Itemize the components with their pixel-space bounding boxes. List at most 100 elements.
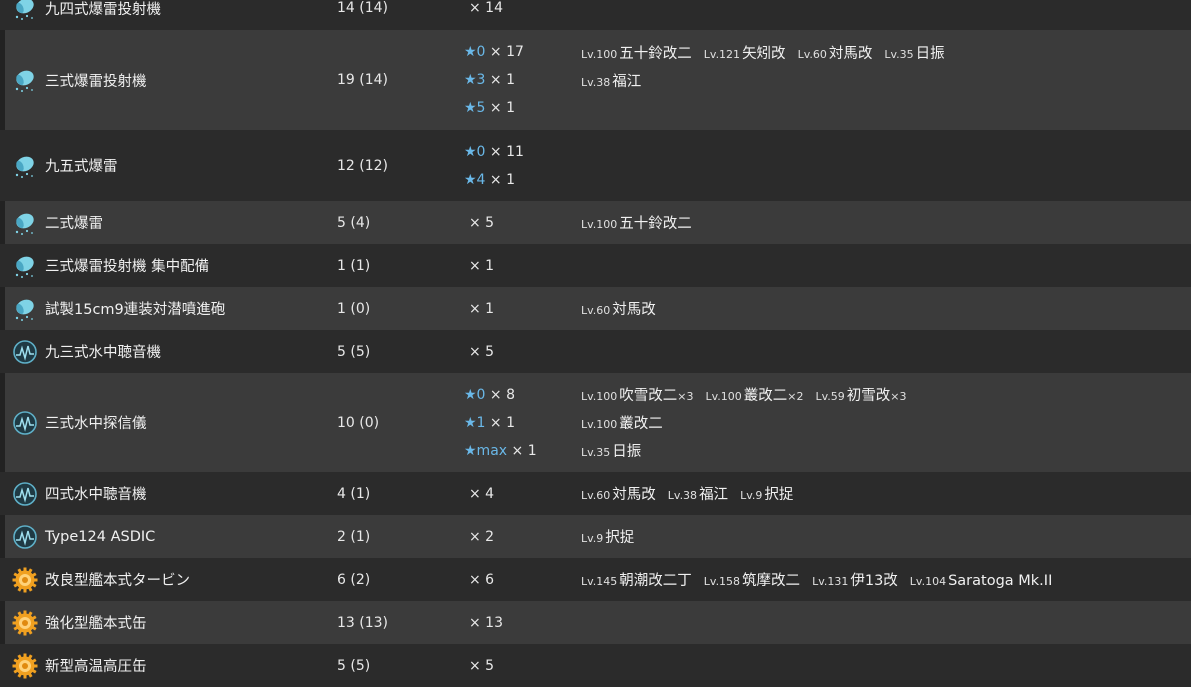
ship-entry[interactable]: Lv.131 伊13改 [812,569,898,590]
equipment-name-cell: 九五式爆雷 [12,153,118,179]
ship-entry[interactable]: Lv.9 択捉 [581,526,634,547]
ship-name: 対馬改 [828,45,873,62]
ship-list: Lv.35 日振 [581,440,641,461]
equipment-name: 三式爆雷投射機 [45,73,147,90]
improvement-level-line: × 5 [464,652,581,680]
quantity: × 1 [489,72,516,88]
improvement-level-line: ★max × 1 Lv.35 日振 [464,437,641,465]
level-quantity: × 13 [464,615,581,631]
ship-entry[interactable]: Lv.145 朝潮改二丁 [581,569,692,590]
ship-list: Lv.9 択捉 [581,526,634,547]
ship-multiplier: ×3 [890,390,907,403]
table-row[interactable]: 三式水中探信儀 10 (0) ★0 × 8 Lv.100 吹雪改二×3 Lv.100 叢改二… [5,373,1191,472]
quantity: × 1 [511,442,537,459]
ship-entry[interactable]: Lv.100 五十鈴改二 [581,42,692,63]
star-level: ★max [464,442,508,459]
equipment-name-cell: 改良型艦本式タービン [12,567,190,593]
level-quantity: × 5 [464,215,581,231]
table-row[interactable]: 九三式水中聴音機 5 (5) × 5 [0,330,1191,373]
ship-level: Lv.100 [581,218,618,231]
table-row[interactable]: 新型高温高圧缶 5 (5) × 5 [0,644,1191,687]
equipment-name: 試製15cm9連装対潜噴進砲 [45,302,226,318]
ship-list: Lv.145 朝潮改二丁 Lv.158 筑摩改二 Lv.131 伊13改 Lv.104 Sar… [581,569,1052,590]
table-row[interactable]: 四式水中聴音機 4 (1) × 4 Lv.60 対馬改 Lv.38 福江 Lv.9 択捉 [0,472,1191,515]
ship-list: Lv.60 対馬改 [581,298,656,319]
ship-entry[interactable]: Lv.38 福江 [581,70,641,91]
level-quantity: ★max × 1 [464,443,581,459]
level-quantity: ★0 × 17 [464,44,581,60]
ship-level: Lv.104 [909,575,947,588]
table-row[interactable]: 三式爆雷投射機 19 (14) ★0 × 17 Lv.100 五十鈴改二 Lv.121 矢矧… [5,30,1191,130]
ship-entry[interactable]: Lv.100 五十鈴改二 [581,212,692,233]
ship-entry[interactable]: Lv.59 初雪改×3 [816,384,907,405]
equipment-table: 九四式爆雷投射機 14 (14) × 14 三式爆雷投射機 19 (14) ★0 × 17… [0,0,1191,687]
turbine-icon [12,653,38,679]
ship-entry[interactable]: Lv.35 日振 [884,42,944,63]
equipment-name: 新型高温高圧缶 [45,659,147,675]
equipment-count: 5 (5) [337,657,371,674]
ship-entry[interactable]: Lv.60 対馬改 [581,483,656,504]
table-row[interactable]: 改良型艦本式タービン 6 (2) × 6 Lv.145 朝潮改二丁 Lv.158 筑摩改二 L… [0,558,1191,601]
quantity: × 1 [489,100,516,116]
equipment-name-cell: 三式水中探信儀 [12,410,147,436]
ship-name: 伊13改 [850,573,898,589]
improvement-level-line: × 6 Lv.145 朝潮改二丁 Lv.158 筑摩改二 Lv.131 伊13改 Lv.104… [464,566,1052,594]
equipment-name-cell: 試製15cm9連装対潜噴進砲 [12,296,225,322]
ship-name: Saratoga Mk.II [948,573,1053,589]
ship-entry[interactable]: Lv.60 対馬改 [581,298,656,319]
quantity: × 5 [469,657,495,674]
ship-entry[interactable]: Lv.104 Saratoga Mk.II [910,573,1053,589]
sonar-icon [12,339,38,365]
ship-entry[interactable]: Lv.121 矢矧改 [704,42,786,63]
depth-charge-icon [12,153,38,179]
ship-entry[interactable]: Lv.100 叢改二×2 [706,384,804,405]
ship-name: 叢改二 [743,388,788,404]
ship-level: Lv.158 [703,575,741,588]
ship-level: Lv.59 [815,390,845,403]
ship-name: 対馬改 [612,302,656,318]
ship-entry[interactable]: Lv.158 筑摩改二 [704,569,800,590]
ship-entry[interactable]: Lv.100 叢改二 [581,412,663,433]
quantity: × 6 [469,571,495,588]
table-row[interactable]: 二式爆雷 5 (4) × 5 Lv.100 五十鈴改二 [5,201,1191,244]
table-row[interactable]: 試製15cm9連装対潜噴進砲 1 (0) × 1 Lv.60 対馬改 [5,287,1191,330]
level-quantity: ★4 × 1 [464,172,581,188]
improvement-level-line: × 5 [464,338,581,366]
level-quantity: ★0 × 8 [464,387,581,403]
table-row[interactable]: 三式爆雷投射機 集中配備 1 (1) × 1 [0,244,1191,287]
table-row[interactable]: 九四式爆雷投射機 14 (14) × 14 [0,0,1191,30]
ship-name: 五十鈴改二 [619,216,692,232]
ship-entry[interactable]: Lv.38 福江 [668,483,728,504]
ship-name: 日振 [612,444,642,460]
equipment-name-cell: 新型高温高圧缶 [12,653,147,679]
equipment-count: 4 (1) [337,485,371,502]
ship-entry[interactable]: Lv.100 吹雪改二×3 [581,384,694,405]
quantity: × 2 [469,528,495,545]
quantity: × 5 [469,214,495,231]
table-row[interactable]: 九五式爆雷 12 (12) ★0 × 11 ★4 × 1 [0,130,1191,201]
level-quantity: × 14 [464,0,581,16]
ship-name: 五十鈴改二 [619,45,692,62]
equipment-count: 5 (4) [337,214,371,231]
equipment-name: 九四式爆雷投射機 [45,1,161,18]
star-level: ★5 [464,100,486,116]
equipment-count: 5 (5) [337,343,371,360]
equipment-count: 6 (2) [337,571,371,588]
ship-entry[interactable]: Lv.9 択捉 [740,483,793,504]
table-row[interactable]: Type124 ASDIC 2 (1) × 2 Lv.9 択捉 [5,515,1191,558]
equipment-name: 三式水中探信儀 [45,416,147,432]
ship-level: Lv.145 [581,575,618,588]
improvement-level-line: ★3 × 1 Lv.38 福江 [464,66,641,94]
quantity: × 11 [489,143,524,160]
table-row[interactable]: 強化型艦本式缶 13 (13) × 13 [5,601,1191,644]
improvement-level-line: ★4 × 1 [464,166,581,194]
equipment-name: 二式爆雷 [45,216,103,232]
ship-level: Lv.9 [740,489,763,502]
ship-list: Lv.60 対馬改 Lv.38 福江 Lv.9 択捉 [581,483,793,504]
depth-charge-icon [12,296,38,322]
ship-entry[interactable]: Lv.35 日振 [581,440,641,461]
ship-name: 矢矧改 [742,45,786,62]
ship-entry[interactable]: Lv.60 対馬改 [798,42,873,63]
equipment-name: 四式水中聴音機 [45,487,147,503]
equipment-name-cell: 強化型艦本式缶 [12,610,147,636]
